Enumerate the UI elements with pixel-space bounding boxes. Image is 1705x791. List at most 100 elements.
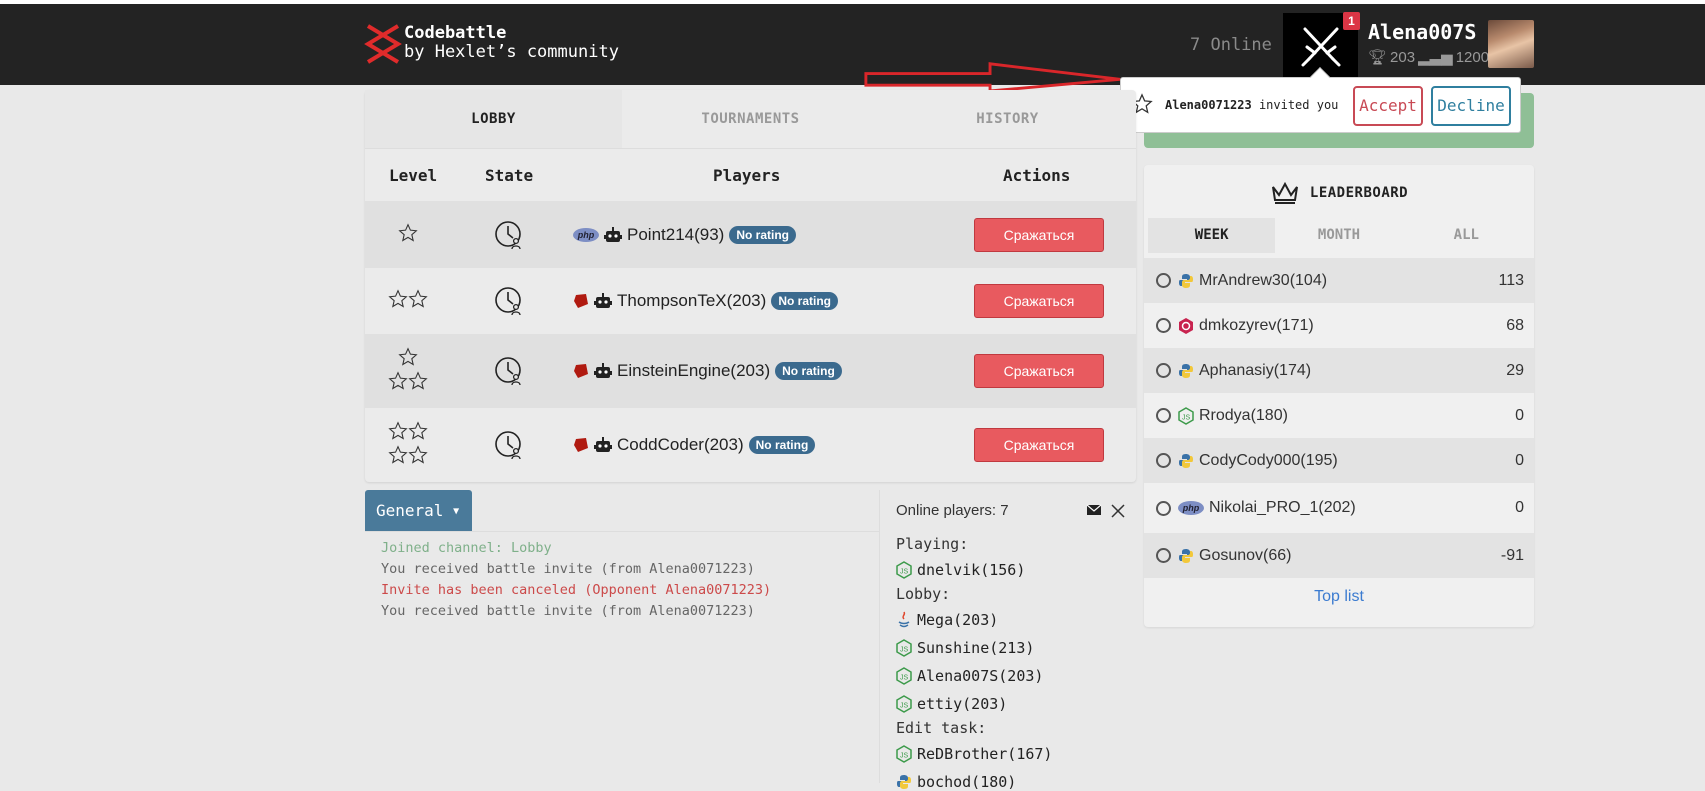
- leaderboard-row[interactable]: php Nikolai_PRO_1(202) 0: [1144, 483, 1534, 533]
- crown-icon: [1271, 181, 1298, 204]
- online-players-panel: Online players: 7 Playing: JS dnelvik(156)…: [896, 490, 1136, 791]
- fight-button[interactable]: Сражаться: [974, 217, 1104, 252]
- decline-button[interactable]: Decline: [1431, 86, 1511, 126]
- robot-icon: [594, 437, 612, 452]
- leaderboard-panel: LEADERBOARD WEEK MONTH ALL MrAndrew30(10…: [1144, 165, 1534, 627]
- user-points: 1200: [1455, 48, 1490, 66]
- leaderboard-row[interactable]: Gosunov(66) -91: [1144, 533, 1534, 578]
- game-state: [493, 355, 525, 392]
- envelope-icon[interactable]: [1087, 504, 1101, 516]
- player-name[interactable]: Point214(93): [627, 225, 724, 245]
- brand[interactable]: Codebattle by Hexlet’s community: [404, 24, 619, 62]
- online-status-icon: [1156, 408, 1171, 423]
- tab-lobby[interactable]: LOBBY: [365, 90, 622, 148]
- brand-sub: by Hexlet’s community: [404, 42, 619, 62]
- online-user[interactable]: JS ettiy(203): [896, 695, 1007, 713]
- tab-all[interactable]: ALL: [1403, 218, 1530, 253]
- leaderboard-row[interactable]: CodyCody000(195) 0: [1144, 438, 1534, 483]
- online-players-actions: [1087, 504, 1125, 518]
- leaderboard-player: dmkozyrev(171): [1178, 317, 1314, 335]
- online-user[interactable]: JS Alena007S(203): [896, 667, 1043, 685]
- leaderboard-row[interactable]: Aphanasiy(174) 29: [1144, 348, 1534, 393]
- online-status-icon: [1156, 548, 1171, 563]
- online-user[interactable]: JS Sunshine(213): [896, 639, 1034, 657]
- col-players: Players: [713, 166, 781, 185]
- invite-from: Alena0071223: [1165, 98, 1252, 112]
- leaderboard-row[interactable]: JS Rrodya(180) 0: [1144, 393, 1534, 438]
- codebattle-logo[interactable]: [364, 22, 402, 66]
- channel-dropdown[interactable]: General ▼: [365, 490, 472, 531]
- js-icon: JS: [896, 695, 912, 713]
- waiting-clock-icon: [495, 220, 521, 249]
- game-row: php Point214(93) No rating Сражаться: [365, 201, 1136, 268]
- leaderboard-player: Aphanasiy(174): [1178, 362, 1311, 380]
- ruby-icon: [574, 438, 588, 452]
- waiting-clock-icon: [495, 357, 521, 386]
- leaderboard-player: JS Rrodya(180): [1178, 407, 1288, 425]
- player-name[interactable]: CoddCoder(203): [617, 435, 744, 455]
- star-icon: [398, 347, 418, 366]
- tab-history[interactable]: HISTORY: [879, 90, 1136, 148]
- leaderboard-player: MrAndrew30(104): [1178, 272, 1327, 290]
- online-user-name: Sunshine(213): [917, 639, 1035, 657]
- player-name[interactable]: ThompsonTeX(203): [617, 291, 766, 311]
- col-state: State: [485, 166, 534, 185]
- leaderboard-player: CodyCody000(195): [1178, 452, 1338, 470]
- star-icon: [408, 445, 428, 464]
- waiting-clock-icon: [495, 287, 521, 316]
- fight-button[interactable]: Сражаться: [974, 354, 1104, 388]
- channel-name: General: [376, 501, 444, 520]
- leaderboard-score: 0: [1515, 451, 1524, 469]
- chat-message: Invite has been canceled (Opponent Alena…: [381, 582, 772, 598]
- ruby-icon: [574, 364, 588, 378]
- player-cell: EinsteinEngine(203) No rating: [573, 360, 842, 382]
- tab-week[interactable]: WEEK: [1148, 218, 1276, 253]
- online-status-icon: [1156, 318, 1171, 333]
- col-level: Level: [389, 166, 438, 185]
- leaderboard-player-name: MrAndrew30(104): [1199, 271, 1328, 289]
- leaderboard-score: 113: [1498, 271, 1524, 289]
- online-user[interactable]: bochod(180): [896, 773, 1016, 791]
- leaderboard-row[interactable]: MrAndrew30(104) 113: [1144, 258, 1534, 303]
- tab-month[interactable]: MONTH: [1275, 218, 1402, 253]
- online-user[interactable]: JS ReDBrother(167): [896, 745, 1052, 763]
- star-icon: [388, 421, 408, 440]
- online-group-label: Lobby:: [896, 585, 951, 603]
- leaderboard-score: 29: [1506, 361, 1524, 379]
- game-state: [493, 429, 525, 466]
- leaderboard-score: 0: [1515, 499, 1524, 516]
- chat-panel: General ▼ Joined channel: Lobby You recei…: [365, 490, 880, 783]
- star-icon: [408, 421, 428, 440]
- game-state: [493, 219, 525, 256]
- online-user[interactable]: JS dnelvik(156): [896, 561, 1025, 579]
- leaderboard-row[interactable]: dmkozyrev(171) 68: [1144, 303, 1534, 348]
- online-user-name: bochod(180): [917, 773, 1017, 791]
- online-user-name: ettiy(203): [917, 695, 1008, 713]
- fight-button[interactable]: Сражаться: [974, 428, 1104, 462]
- leaderboard-score: 0: [1515, 406, 1524, 424]
- leaderboard-score: -91: [1500, 546, 1524, 564]
- online-status-icon: [1156, 273, 1171, 288]
- chat-message: You received battle invite (from Alena00…: [381, 561, 755, 577]
- python-icon: [1179, 453, 1193, 468]
- tab-tournaments[interactable]: TOURNAMENTS: [622, 90, 879, 148]
- fight-button[interactable]: Сражаться: [974, 284, 1104, 318]
- accept-button[interactable]: Accept: [1353, 86, 1423, 126]
- ruby-icon: [574, 294, 588, 308]
- swords-icon[interactable]: [1111, 504, 1125, 518]
- username[interactable]: Alena007S: [1368, 20, 1476, 44]
- player-name[interactable]: EinsteinEngine(203): [617, 361, 770, 381]
- leaderboard-title: LEADERBOARD: [1309, 185, 1409, 201]
- level-stars: [365, 268, 451, 334]
- online-user[interactable]: Mega(203): [896, 611, 998, 629]
- col-actions: Actions: [1003, 166, 1071, 185]
- game-row: EinsteinEngine(203) No rating Сражаться: [365, 334, 1136, 408]
- leaderboard-player-name: Nikolai_PRO_1(202): [1209, 499, 1356, 516]
- rating-badge: No rating: [771, 292, 838, 310]
- top-list-link[interactable]: Top list: [1144, 588, 1534, 606]
- cpp-icon: [1179, 317, 1193, 334]
- navbar: [0, 4, 1705, 85]
- user-avatar[interactable]: [1488, 20, 1534, 68]
- chat-message: Joined channel: Lobby: [381, 540, 552, 556]
- online-group-label: Edit task:: [896, 719, 987, 737]
